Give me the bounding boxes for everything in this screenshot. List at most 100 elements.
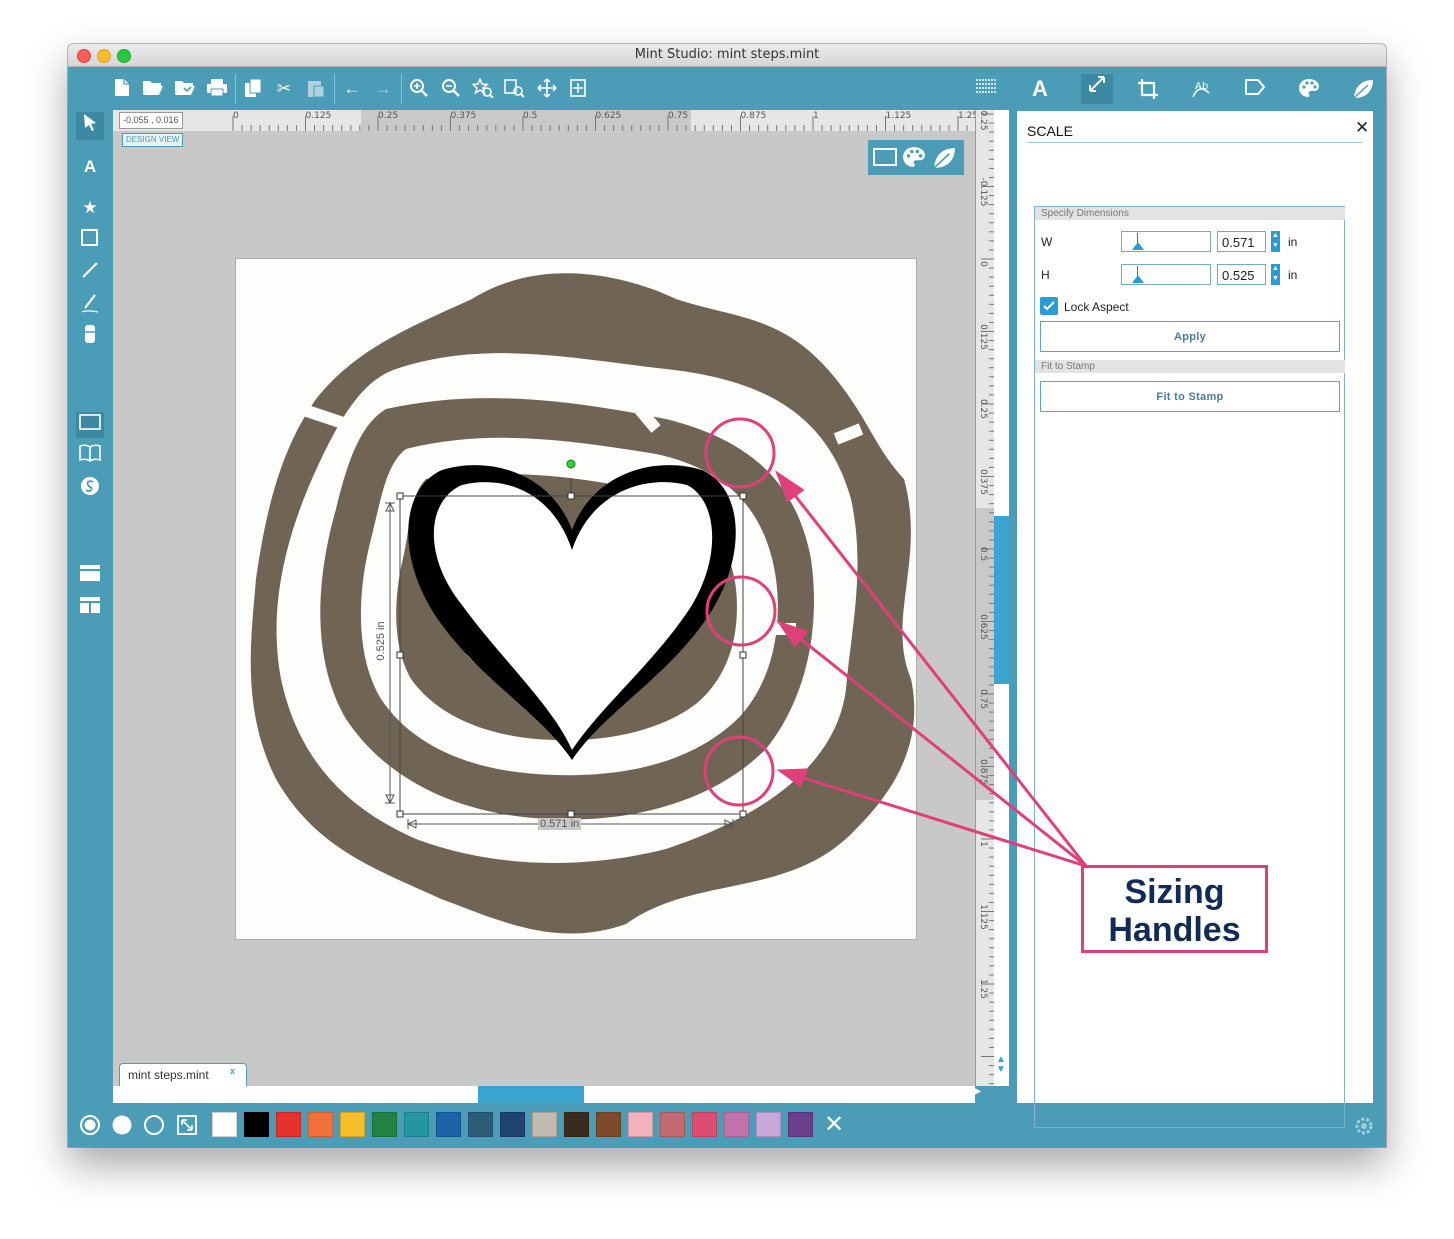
tab-close-icon[interactable]: x bbox=[230, 1066, 235, 1076]
panel-close-icon[interactable]: ✕ bbox=[1355, 118, 1369, 138]
no-color-icon[interactable]: ✕ bbox=[823, 1113, 845, 1137]
handle-bottom-left[interactable] bbox=[396, 810, 404, 818]
color-swatch[interactable] bbox=[564, 1112, 589, 1137]
new-file-icon[interactable] bbox=[111, 78, 133, 100]
zoom-page-icon[interactable] bbox=[504, 78, 526, 100]
width-input[interactable]: 0.571 bbox=[1217, 231, 1266, 252]
leaf-icon[interactable] bbox=[1352, 78, 1374, 100]
color-swatch[interactable] bbox=[756, 1112, 781, 1137]
outline-only-icon[interactable] bbox=[143, 1114, 165, 1136]
color-swatch[interactable] bbox=[372, 1112, 397, 1137]
fill-outline-icon[interactable] bbox=[79, 1114, 101, 1136]
open-folder-icon[interactable] bbox=[142, 78, 164, 100]
handle-top[interactable] bbox=[567, 492, 575, 500]
scale-icon[interactable] bbox=[1081, 74, 1113, 104]
design-canvas[interactable]: DESIGN VIEW 0.525 in 0.571 in mint steps… bbox=[113, 131, 975, 1086]
resize-icon[interactable] bbox=[176, 1114, 198, 1136]
fill-solid-icon[interactable] bbox=[111, 1114, 133, 1136]
lock-aspect-checkbox[interactable] bbox=[1040, 297, 1058, 315]
ruler-top-label: 0 bbox=[233, 111, 239, 121]
handle-bottom[interactable] bbox=[567, 810, 575, 818]
color-swatch[interactable] bbox=[468, 1112, 493, 1137]
ruler-top-label: 0.25 bbox=[378, 111, 399, 121]
paste-icon[interactable] bbox=[305, 78, 327, 100]
fit-page-icon[interactable] bbox=[567, 78, 589, 100]
right-ruler: -0.25 -0.125 0 0.125 0.25 0.375 0.5 0.625 0.75 0.… bbox=[975, 110, 995, 1086]
document-tab[interactable]: mint steps.mint x bbox=[119, 1063, 247, 1086]
horizontal-scrollbar[interactable] bbox=[113, 1086, 975, 1103]
zoom-selection-icon[interactable] bbox=[471, 76, 494, 100]
document-tab-name: mint steps.mint bbox=[128, 1068, 209, 1082]
cut-icon[interactable]: ✂ bbox=[273, 78, 295, 100]
ruler-right-label: 0.5 bbox=[978, 546, 988, 562]
palette-icon[interactable] bbox=[1298, 78, 1320, 100]
width-slider[interactable] bbox=[1121, 231, 1211, 252]
fit-to-stamp-button[interactable]: Fit to Stamp bbox=[1040, 381, 1340, 412]
horizontal-scroll-thumb[interactable] bbox=[478, 1086, 584, 1103]
handle-left[interactable] bbox=[396, 651, 404, 659]
zoom-out-icon[interactable] bbox=[440, 78, 462, 100]
tag-icon[interactable] bbox=[1244, 78, 1266, 100]
color-swatch[interactable] bbox=[436, 1112, 461, 1137]
vertical-scroll-thumb[interactable] bbox=[994, 516, 1009, 684]
apply-button[interactable]: Apply bbox=[1040, 321, 1340, 352]
height-input[interactable]: 0.525 bbox=[1217, 264, 1266, 285]
rectangle-tool-icon[interactable] bbox=[78, 228, 102, 252]
color-swatch[interactable] bbox=[628, 1112, 653, 1137]
ruler-top-label: 0.625 bbox=[595, 111, 622, 121]
handle-top-right[interactable] bbox=[739, 492, 747, 500]
text-style-icon[interactable]: A bbox=[1029, 78, 1051, 100]
color-swatch[interactable] bbox=[596, 1112, 621, 1137]
select-tool-icon[interactable] bbox=[76, 112, 104, 140]
star-tool-icon[interactable]: ★ bbox=[78, 196, 102, 220]
ruler-right-label: 0 bbox=[978, 261, 988, 267]
color-swatch[interactable] bbox=[724, 1112, 749, 1137]
design-view-icon[interactable] bbox=[76, 412, 104, 438]
grid-icon[interactable] bbox=[975, 78, 997, 100]
panel-title-divider bbox=[1027, 142, 1363, 143]
handle-top-left[interactable] bbox=[396, 492, 404, 500]
handle-right[interactable] bbox=[739, 651, 747, 659]
color-swatch[interactable] bbox=[212, 1112, 237, 1137]
color-swatch[interactable] bbox=[276, 1112, 301, 1137]
width-dimension: 0.571 in bbox=[538, 818, 582, 830]
ruler-right-label: 1 bbox=[978, 841, 988, 847]
color-swatch[interactable] bbox=[692, 1112, 717, 1137]
zoom-in-icon[interactable] bbox=[408, 78, 430, 100]
color-swatch[interactable] bbox=[340, 1112, 365, 1137]
height-slider[interactable] bbox=[1121, 264, 1211, 285]
rotate-handle[interactable] bbox=[566, 459, 576, 469]
color-swatch[interactable] bbox=[532, 1112, 557, 1137]
color-swatch[interactable] bbox=[788, 1112, 813, 1137]
store-icon[interactable] bbox=[78, 476, 102, 500]
text-tool-icon[interactable]: A bbox=[78, 155, 102, 179]
scroll-arrows-vertical[interactable]: ▲ ▼ bbox=[996, 1055, 1006, 1075]
copy-icon[interactable] bbox=[242, 78, 264, 100]
redo-icon[interactable]: → bbox=[372, 78, 394, 100]
scroll-arrows-horizontal[interactable]: ◀ ▶ bbox=[963, 1086, 993, 1103]
layout-split-icon[interactable] bbox=[78, 596, 102, 620]
color-swatch[interactable] bbox=[404, 1112, 429, 1137]
height-stepper[interactable]: ▲ ▼ bbox=[1271, 264, 1280, 285]
pen-tool-icon[interactable] bbox=[78, 292, 102, 316]
width-stepper[interactable]: ▲ ▼ bbox=[1271, 231, 1280, 252]
settings-gear-icon[interactable] bbox=[1353, 1116, 1375, 1138]
library-icon[interactable] bbox=[78, 444, 102, 468]
color-swatch[interactable] bbox=[500, 1112, 525, 1137]
vertical-scrollbar[interactable]: ▲ ▼ bbox=[994, 110, 1009, 1086]
ruler-right-label: 0.75 bbox=[978, 688, 988, 710]
handle-bottom-right[interactable] bbox=[739, 810, 747, 818]
line-tool-icon[interactable] bbox=[78, 260, 102, 284]
crop-icon[interactable] bbox=[1137, 78, 1159, 100]
ruler-top-label: 1 bbox=[813, 111, 819, 121]
undo-icon[interactable]: ← bbox=[341, 78, 363, 100]
pan-icon[interactable] bbox=[536, 78, 558, 100]
color-swatch[interactable] bbox=[660, 1112, 685, 1137]
color-swatch[interactable] bbox=[244, 1112, 269, 1137]
text-path-icon[interactable]: Ab bbox=[1190, 78, 1212, 100]
color-swatch[interactable] bbox=[308, 1112, 333, 1137]
recent-folder-icon[interactable] bbox=[174, 78, 196, 100]
print-icon[interactable] bbox=[206, 78, 228, 100]
layout-single-icon[interactable] bbox=[78, 564, 102, 588]
eraser-tool-icon[interactable] bbox=[78, 324, 102, 348]
